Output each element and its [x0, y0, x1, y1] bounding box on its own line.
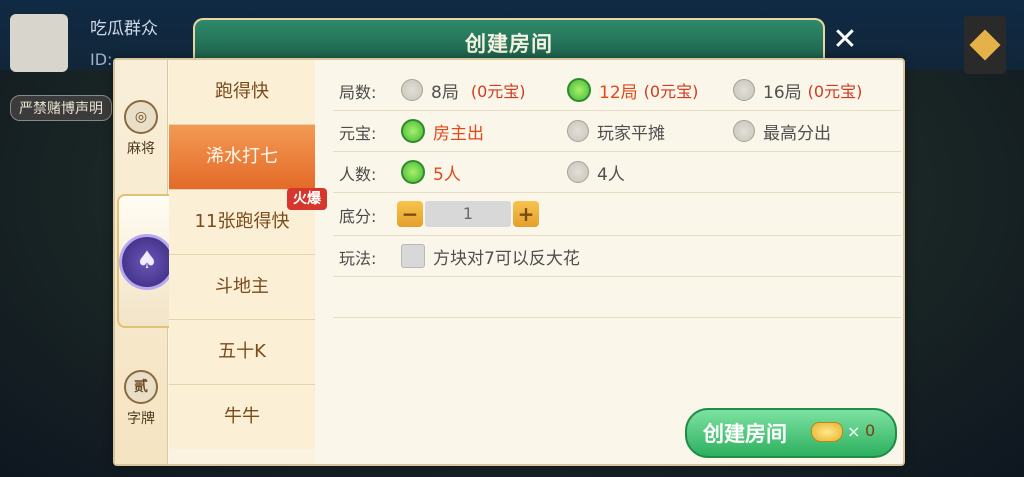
rounds-option-12[interactable]: 12局 (0元宝) [567, 78, 698, 103]
avatar [10, 14, 68, 72]
minus-button[interactable]: − [397, 201, 423, 227]
checkbox-icon [401, 244, 425, 268]
close-icon[interactable]: ✕ [827, 22, 863, 58]
radio-icon [733, 120, 755, 142]
play-row: 玩法: 方块对7可以反大花 [333, 236, 901, 277]
category-column: ◎ 麻将 ♠ 贰 字牌 [115, 60, 177, 464]
corner-menu-icon[interactable] [964, 16, 1006, 74]
category-label: 字牌 [127, 411, 155, 427]
room-settings: 局数: 8局 (0元宝) 12局 (0元宝) 16局 (0元宝) 元宝: 房主出… [333, 60, 901, 464]
yuanbao-option-split[interactable]: 玩家平摊 [567, 119, 665, 144]
rounds-option-8[interactable]: 8局 (0元宝) [401, 78, 526, 103]
yuanbao-option-highest[interactable]: 最高分出 [733, 119, 831, 144]
radio-checked-icon [401, 160, 425, 184]
spade-chip-icon: ♠ [119, 234, 175, 290]
players-option-4[interactable]: 4人 [567, 160, 625, 185]
base-score-row: 底分: − 1 + [333, 193, 901, 236]
create-room-dialog: 创建房间 ✕ ◎ 麻将 ♠ 贰 字牌 跑得快 浠水打七 11张跑得快 火爆 斗地… [113, 18, 905, 466]
mahjong-icon: ◎ [124, 100, 158, 134]
game-item[interactable]: 斗地主 [169, 255, 315, 320]
game-item[interactable]: 牛牛 [169, 385, 315, 449]
rounds-option-16[interactable]: 16局 (0元宝) [733, 78, 862, 103]
play-label: 玩法: [339, 249, 377, 268]
player-id: ID: [90, 50, 113, 69]
room-cost: 0 [865, 421, 876, 440]
base-score-value[interactable]: 1 [425, 201, 511, 227]
category-poker[interactable]: ♠ [117, 194, 177, 328]
dialog-title: 创建房间 [465, 32, 553, 56]
radio-icon [401, 79, 423, 101]
yuanbao-label: 元宝: [339, 124, 377, 143]
game-item-selected[interactable]: 浠水打七 [169, 125, 315, 190]
anti-gambling-notice[interactable]: 严禁赌博声明 [10, 95, 112, 121]
base-score-stepper: − 1 + [397, 199, 539, 229]
create-room-label: 创建房间 [703, 422, 787, 446]
empty-row [333, 277, 901, 318]
radio-icon [567, 120, 589, 142]
radio-icon [733, 79, 755, 101]
game-item[interactable]: 11张跑得快 火爆 [169, 188, 327, 255]
play-option-diamond7[interactable]: 方块对7可以反大花 [401, 244, 580, 269]
zipai-icon: 贰 [124, 370, 158, 404]
rounds-row: 局数: 8局 (0元宝) 12局 (0元宝) 16局 (0元宝) [333, 70, 901, 111]
yuanbao-row: 元宝: 房主出 玩家平摊 最高分出 [333, 111, 901, 152]
category-zipai[interactable]: 贰 字牌 [115, 370, 167, 428]
dialog-panel: ◎ 麻将 ♠ 贰 字牌 跑得快 浠水打七 11张跑得快 火爆 斗地主 五十K 牛… [113, 58, 905, 466]
radio-checked-icon [567, 78, 591, 102]
create-room-button[interactable]: 创建房间 × 0 [685, 408, 897, 458]
category-mahjong[interactable]: ◎ 麻将 [115, 100, 167, 158]
players-row: 人数: 5人 4人 [333, 152, 901, 193]
yuanbao-option-host[interactable]: 房主出 [401, 119, 484, 144]
category-label: 麻将 [127, 141, 155, 157]
game-list: 跑得快 浠水打七 11张跑得快 火爆 斗地主 五十K 牛牛 [169, 60, 327, 464]
players-option-5[interactable]: 5人 [401, 160, 461, 185]
players-label: 人数: [339, 165, 377, 184]
game-item[interactable]: 五十K [169, 320, 315, 385]
radio-icon [567, 161, 589, 183]
plus-button[interactable]: + [513, 201, 539, 227]
gold-ingot-icon [811, 422, 843, 442]
hot-badge: 火爆 [287, 188, 327, 210]
multiply-sign: × [847, 422, 861, 441]
dialog-titlebar: 创建房间 ✕ [193, 18, 858, 62]
game-label: 11张跑得快 [194, 211, 290, 232]
base-score-label: 底分: [339, 207, 377, 226]
radio-checked-icon [401, 119, 425, 143]
game-item[interactable]: 跑得快 [169, 60, 315, 125]
rounds-label: 局数: [339, 83, 377, 102]
